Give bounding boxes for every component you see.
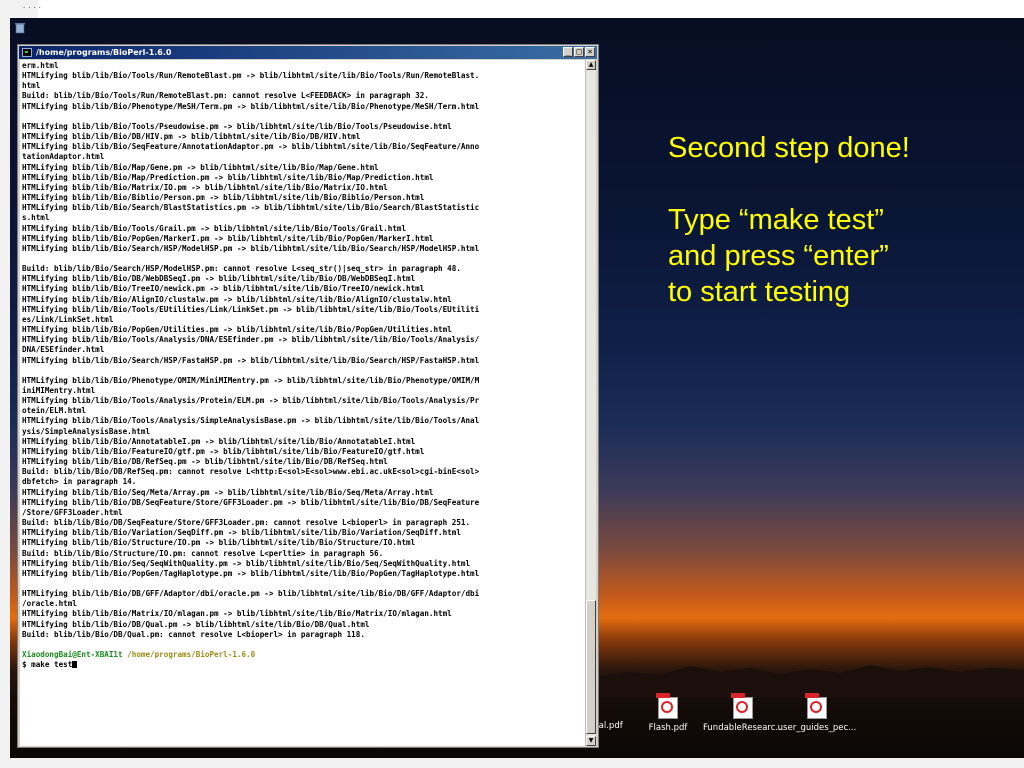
console-line: HTMLifying blib/lib/Bio/Tools/Analysis/D… xyxy=(22,335,480,345)
console-line: HTMLifying blib/lib/Bio/Biblio/Person.pm… xyxy=(22,193,425,203)
shell-prompt: XiaodongBai@Ent-XBAI1t /home/programs/Bi… xyxy=(20,650,586,660)
maximize-button[interactable]: □ xyxy=(574,47,584,57)
console-log: erm.html HTMLifying blib/lib/Bio/Tools/Ru… xyxy=(20,60,586,650)
scroll-up-arrow-icon[interactable]: ▲ xyxy=(586,60,596,70)
terminal-icon xyxy=(22,48,32,57)
console-line: HTMLifying blib/lib/Bio/Search/BlastStat… xyxy=(22,203,480,213)
console-line: otein/ELM.html xyxy=(22,406,87,416)
console-line: HTMLifying blib/lib/Bio/Matrix/IO/mlagan… xyxy=(22,609,452,619)
vertical-scrollbar[interactable]: ▲ ▼ xyxy=(585,60,596,746)
slide-line-3: and press “enter” xyxy=(668,240,889,272)
command-text: $ make test xyxy=(22,660,73,670)
console-line: HTMLifying blib/lib/Bio/FeatureIO/gtf.pm… xyxy=(22,446,425,456)
close-button[interactable]: × xyxy=(585,47,595,57)
console-line: HTMLifying blib/lib/Bio/PopGen/MarkerI.p… xyxy=(22,233,434,243)
top-taskbar: ···· xyxy=(10,0,42,18)
console-line: DNA/ESEfinder.html xyxy=(22,345,105,355)
console-line: erm.html xyxy=(22,61,59,70)
console-line: HTMLifying blib/lib/Bio/Tools/Analysis/S… xyxy=(22,416,480,426)
mountain-silhouette xyxy=(600,665,1024,698)
console-line: HTMLifying blib/lib/Bio/Structure/IO.pm … xyxy=(22,538,416,548)
console-line: /oracle.html xyxy=(22,599,77,609)
desktop-file-label: FundableResearc... xyxy=(703,723,784,733)
console-line: HTMLifying blib/lib/Bio/Phenotype/MeSH/T… xyxy=(22,101,480,111)
console-line: Build: blib/lib/Bio/Search/HSP/ModelHSP.… xyxy=(22,264,461,274)
console-line: HTMLifying blib/lib/Bio/Tools/Run/Remote… xyxy=(22,71,480,81)
console-line: HTMLifying blib/lib/Bio/Seq/Meta/Array.p… xyxy=(22,487,434,497)
console-line: HTMLifying blib/lib/Bio/Search/HSP/Model… xyxy=(22,243,480,253)
console-line: HTMLifying blib/lib/Bio/TreeIO/newick.pm… xyxy=(22,284,425,294)
console-line: tationAdaptor.html xyxy=(22,152,105,162)
prompt-user: XiaodongBai@Ent-XBAI1t xyxy=(22,650,123,660)
console-line: HTMLifying blib/lib/Bio/SeqFeature/Annot… xyxy=(22,142,480,152)
console-line: HTMLifying blib/lib/Bio/Matrix/IO.pm -> … xyxy=(22,182,388,192)
console-line: HTMLifying blib/lib/Bio/Tools/Analysis/P… xyxy=(22,396,480,406)
slide-line-2: Type “make test” xyxy=(668,204,884,236)
console-line: HTMLifying blib/lib/Bio/Tools/Grail.pm -… xyxy=(22,223,407,233)
pdf-file-icon xyxy=(731,693,753,719)
console-line: /Store/GFF3Loader.html xyxy=(22,507,123,517)
console-line: HTMLifying blib/lib/Bio/Phenotype/OMIM/M… xyxy=(22,375,480,385)
text-cursor xyxy=(72,661,78,669)
console-line: HTMLifying blib/lib/Bio/DB/Qual.pm -> bl… xyxy=(22,619,370,629)
slide-margin xyxy=(0,0,10,768)
desktop-file-label: Flash.pdf xyxy=(648,723,688,733)
console-line: HTMLifying blib/lib/Bio/Tools/Pseudowise… xyxy=(22,121,452,131)
desktop-file[interactable]: FundableResearc... xyxy=(703,693,784,733)
console-line: HTMLifying blib/lib/Bio/Seq/SeqWithQuali… xyxy=(22,558,471,568)
console-line: ysis/SimpleAnalysisBase.html xyxy=(22,426,151,436)
console-line: HTMLifying blib/lib/Bio/DB/RefSeq.pm -> … xyxy=(22,457,388,467)
pdf-file-icon xyxy=(656,693,678,719)
console-line: es/Link/LinkSet.html xyxy=(22,314,114,324)
console-line: HTMLifying blib/lib/Bio/DB/WebDBSeqI.pm … xyxy=(22,274,416,284)
desktop-file[interactable]: Flash.pdf xyxy=(628,693,708,733)
prompt-path: /home/programs/BioPerl-1.6.0 xyxy=(127,650,256,660)
console-line: Build: blib/lib/Bio/DB/RefSeq.pm: cannot… xyxy=(22,467,480,477)
console-line: HTMLifying blib/lib/Bio/PopGen/Utilities… xyxy=(22,325,452,335)
slide-instructions: Second step done! Type “make test” and p… xyxy=(668,130,988,310)
console-line: HTMLifying blib/lib/Bio/Map/Prediction.p… xyxy=(22,172,434,182)
console-line: Build: blib/lib/Bio/Structure/IO.pm: can… xyxy=(22,548,384,558)
console-line: HTMLifying blib/lib/Bio/PopGen/TagHaplot… xyxy=(22,568,480,578)
desktop-file-label: user_guides_pec... xyxy=(777,723,857,733)
scrollbar-thumb[interactable] xyxy=(586,600,596,734)
desktop-file[interactable]: user_guides_pec... xyxy=(777,693,857,733)
console-line: dbfetch> in paragraph 14. xyxy=(22,477,137,487)
console-line: HTMLifying blib/lib/Bio/DB/SeqFeature/St… xyxy=(22,497,480,507)
terminal-window[interactable]: /home/programs/BioPerl-1.6.0 _ □ × erm.h… xyxy=(17,44,599,748)
slide-line-4: to start testing xyxy=(668,276,851,308)
console-line: Build: blib/lib/Bio/DB/SeqFeature/Store/… xyxy=(22,518,471,528)
console-output[interactable]: erm.html HTMLifying blib/lib/Bio/Tools/Ru… xyxy=(20,60,586,746)
console-line: Build: blib/lib/Bio/DB/Qual.pm: cannot r… xyxy=(22,629,365,639)
console-line: HTMLifying blib/lib/Bio/AnnotatableI.pm … xyxy=(22,436,416,446)
console-line: HTMLifying blib/lib/Bio/DB/HIV.pm -> bli… xyxy=(22,132,361,142)
console-line: HTMLifying blib/lib/Bio/Variation/SeqDif… xyxy=(22,528,461,538)
console-line: HTMLifying blib/lib/Bio/AlignIO/clustalw… xyxy=(22,294,452,304)
console-line: html xyxy=(22,81,41,91)
slide-line-1: Second step done! xyxy=(668,132,910,164)
console-line: HTMLifying blib/lib/Bio/Map/Gene.pm -> b… xyxy=(22,162,379,172)
pdf-file-icon xyxy=(805,693,827,719)
scroll-down-arrow-icon[interactable]: ▼ xyxy=(586,736,596,746)
console-line: iniMIMentry.html xyxy=(22,386,96,395)
console-line: HTMLifying blib/lib/Bio/Tools/EUtilities… xyxy=(22,304,480,314)
console-line: HTMLifying blib/lib/Bio/Search/HSP/Fasta… xyxy=(22,355,480,365)
window-title: /home/programs/BioPerl-1.6.0 xyxy=(36,48,172,57)
title-bar[interactable]: /home/programs/BioPerl-1.6.0 _ □ × xyxy=(19,46,597,59)
minimize-button[interactable]: _ xyxy=(563,47,573,57)
menu-dots-icon[interactable]: ···· xyxy=(22,4,43,12)
bottom-margin xyxy=(0,758,1024,768)
recycle-bin-icon[interactable] xyxy=(15,22,25,34)
console-line: Build: blib/lib/Bio/Tools/Run/RemoteBlas… xyxy=(22,91,429,101)
command-line[interactable]: $ make test xyxy=(20,660,586,670)
console-line: s.html xyxy=(22,213,50,223)
console-line: HTMLifying blib/lib/Bio/DB/GFF/Adaptor/d… xyxy=(22,589,480,599)
window-controls: _ □ × xyxy=(563,47,595,57)
